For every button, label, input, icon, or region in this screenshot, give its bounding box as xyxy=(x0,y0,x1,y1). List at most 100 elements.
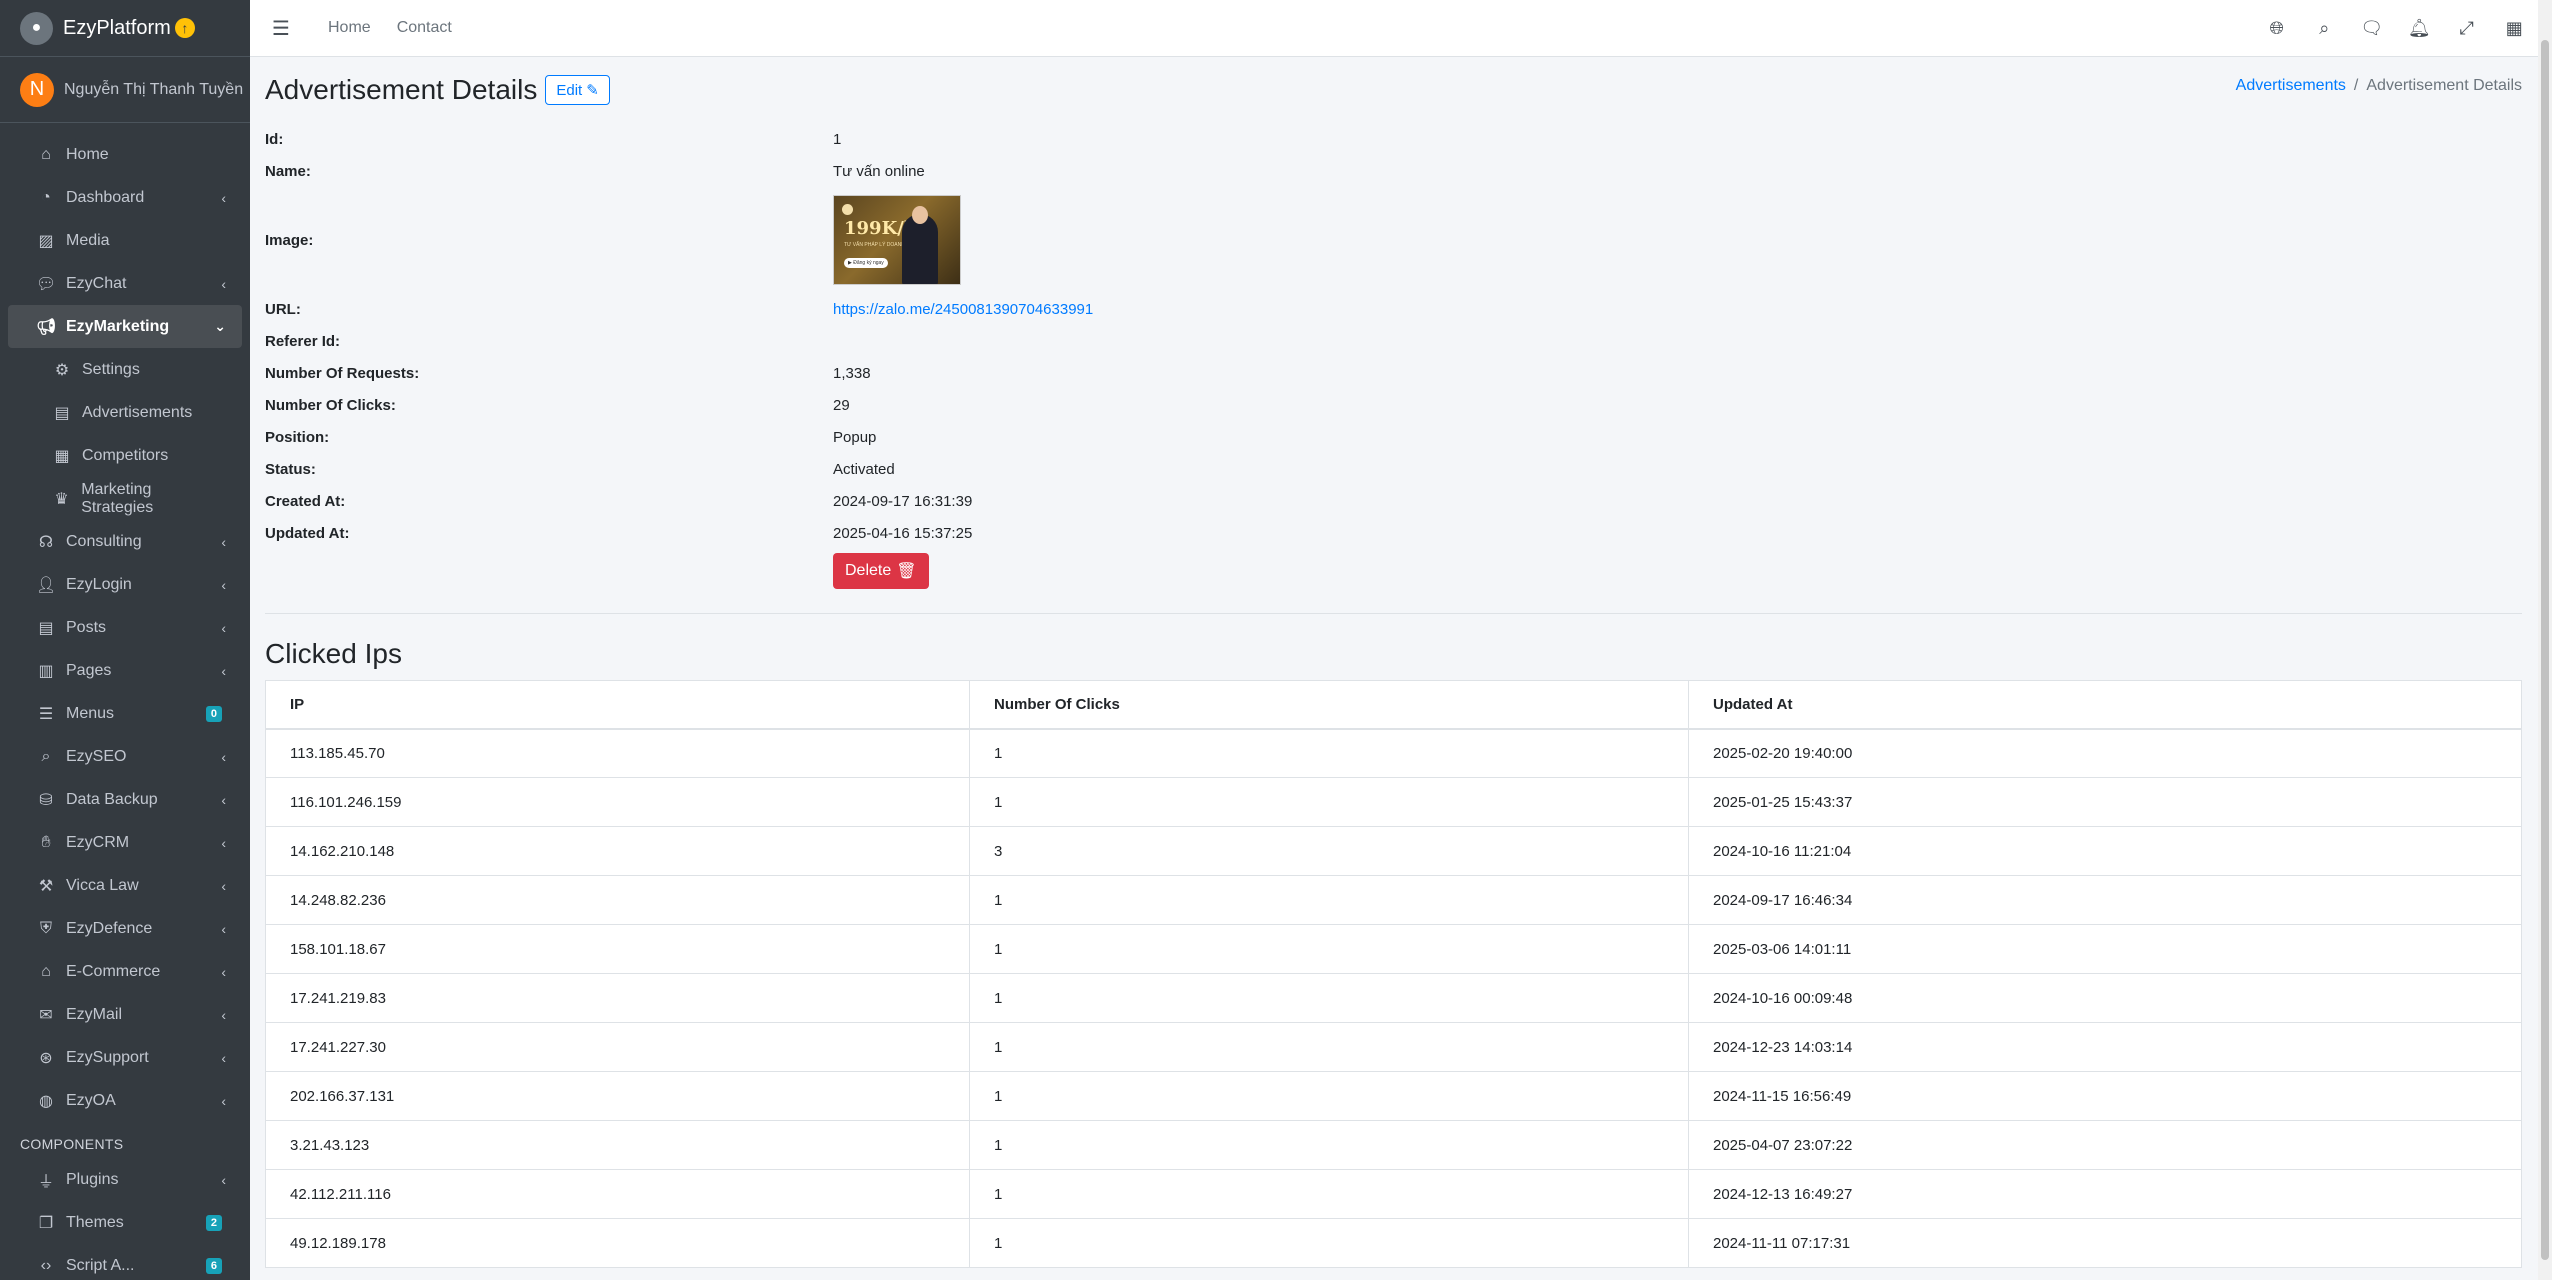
nav-contact-link[interactable]: Contact xyxy=(397,19,452,37)
sidebar-item-media[interactable]: ▨ Media xyxy=(8,219,242,262)
sidebar-item-ezysupport[interactable]: ⊛ EzySupport ‹ xyxy=(8,1036,242,1079)
updated-cell: 2025-02-20 19:40:00 xyxy=(1688,728,2522,778)
updated-cell: 2024-09-17 16:46:34 xyxy=(1688,875,2522,925)
detail-row-requests: Number Of Requests: 1,338 xyxy=(265,357,2522,389)
chevron-left-icon: ‹ xyxy=(221,662,226,679)
sidebar-item-plugins[interactable]: ⏚ Plugins ‹ xyxy=(8,1158,242,1201)
updated-cell: 2024-10-16 11:21:04 xyxy=(1688,826,2522,876)
nav-home-link[interactable]: Home xyxy=(328,19,371,37)
column-header-clicks[interactable]: Number Of Clicks xyxy=(969,680,1689,730)
detail-row-actions: Delete 🗑︎ xyxy=(265,549,2522,593)
brand-name: EzyPlatform xyxy=(63,16,171,39)
sidebar-item-menus[interactable]: ☰ Menus 0 xyxy=(8,692,242,735)
updated-cell: 2025-03-06 14:01:11 xyxy=(1688,924,2522,974)
sidebar-item-posts[interactable]: ▤ Posts ‹ xyxy=(8,606,242,649)
shield-icon: ⛨ xyxy=(39,919,52,937)
table-row: 116.101.246.159 1 2025-01-25 15:43:37 xyxy=(265,777,2522,827)
sidebar-item-label: Data Backup xyxy=(66,790,158,808)
platform-logo-icon: ● xyxy=(20,11,53,45)
updated-cell: 2025-04-07 23:07:22 xyxy=(1688,1120,2522,1170)
upgrade-icon[interactable]: ↑ xyxy=(174,18,195,38)
sidebar-item-label: EzyChat xyxy=(66,274,127,292)
sidebar-item-dashboard[interactable]: ◔ Dashboard ‹ xyxy=(8,176,242,219)
sidebar-item-label: EzySEO xyxy=(66,747,127,765)
column-header-updated[interactable]: Updated At xyxy=(1688,680,2522,730)
brand[interactable]: ● EzyPlatform ↑ xyxy=(0,0,250,57)
sidebar-item-ezylogin[interactable]: 👤︎ EzyLogin ‹ xyxy=(8,563,242,606)
apps-icon[interactable]: ▦ xyxy=(2491,18,2539,39)
globe-icon[interactable]: 🌐︎ xyxy=(2253,18,2301,39)
id-label: Id: xyxy=(265,130,284,148)
table-row: 158.101.18.67 1 2025-03-06 14:01:11 xyxy=(265,924,2522,974)
sidebar-item-label: EzyMarketing xyxy=(66,317,170,335)
column-header-ip[interactable]: IP xyxy=(265,680,970,730)
sidebar-item-script-a[interactable]: ‹› Script A... 6 xyxy=(8,1244,242,1280)
scrollbar-thumb[interactable] xyxy=(2541,40,2549,1260)
sidebar-item-ezymarketing[interactable]: 📢︎ EzyMarketing ⌄ xyxy=(8,305,242,348)
sidebar-item-ezydefence[interactable]: ⛨ EzyDefence ‹ xyxy=(8,907,242,950)
sidebar-item-label: Posts xyxy=(66,618,107,636)
chevron-left-icon: ‹ xyxy=(221,275,226,292)
table-row: 17.241.219.83 1 2024-10-16 00:09:48 xyxy=(265,973,2522,1023)
clicked-ips-table: IP Number Of Clicks Updated At 113.185.4… xyxy=(265,680,2522,1268)
handshake-icon: ✋︎ xyxy=(41,833,51,851)
envelope-icon: ✉ xyxy=(39,1006,53,1024)
sidebar-item-ezychat[interactable]: 💬︎ EzyChat ‹ xyxy=(8,262,242,305)
updated-cell: 2024-10-16 00:09:48 xyxy=(1688,973,2522,1023)
delete-label: Delete xyxy=(845,562,892,579)
sidebar-item-label: E-Commerce xyxy=(66,962,161,980)
detail-row-referer: Referer Id: xyxy=(265,325,2522,357)
sidebar-item-data-backup[interactable]: ⛁ Data Backup ‹ xyxy=(8,778,242,821)
chevron-left-icon: ‹ xyxy=(221,920,226,937)
created-value: 2024-09-17 16:31:39 xyxy=(833,492,973,510)
edit-button[interactable]: Edit ✎ xyxy=(545,75,610,105)
ip-cell: 3.21.43.123 xyxy=(265,1120,970,1170)
sidebar-item-vicca-law[interactable]: ⚒ Vicca Law ‹ xyxy=(8,864,242,907)
detail-row-created: Created At: 2024-09-17 16:31:39 xyxy=(265,485,2522,517)
table-row: 113.185.45.70 1 2025-02-20 19:40:00 xyxy=(265,728,2522,778)
sidebar-item-themes[interactable]: ❐ Themes 2 xyxy=(8,1201,242,1244)
sidebar-item-pages[interactable]: ▥ Pages ‹ xyxy=(8,649,242,692)
delete-button[interactable]: Delete 🗑︎ xyxy=(833,553,929,589)
table-row: 202.166.37.131 1 2024-11-15 16:56:49 xyxy=(265,1071,2522,1121)
sidebar-item-e-commerce[interactable]: ⌂ E-Commerce ‹ xyxy=(8,950,242,993)
ip-cell: 17.241.227.30 xyxy=(265,1022,970,1072)
chevron-left-icon: ‹ xyxy=(221,189,226,206)
gavel-icon: ⚒ xyxy=(38,877,54,895)
updated-cell: 2024-11-11 07:17:31 xyxy=(1688,1218,2522,1268)
sidebar-item-ezycrm[interactable]: ✋︎ EzyCRM ‹ xyxy=(8,821,242,864)
sidebar-item-ezymail[interactable]: ✉ EzyMail ‹ xyxy=(8,993,242,1036)
page-scrollbar[interactable] xyxy=(2538,0,2552,1280)
id-value: 1 xyxy=(833,130,842,148)
breadcrumb-advertisements-link[interactable]: Advertisements xyxy=(2236,77,2346,94)
sidebar-item-marketing-strategies[interactable]: ♛ Marketing Strategies xyxy=(8,477,242,520)
sidebar-item-settings[interactable]: ⚙ Settings xyxy=(8,348,242,391)
chess-icon: ♛ xyxy=(54,490,69,508)
breadcrumb: Advertisements / Advertisement Details xyxy=(2235,77,2522,94)
detail-row-image: Image: 199K/h TƯ VẤN PHÁP LÝ DOANH ▶ Đăn… xyxy=(265,187,2522,293)
url-label: URL: xyxy=(265,300,301,318)
topbar: ☰ Home Contact 🌐︎ ⌕ 🗨︎ 🔔︎ ⤢ ▦ xyxy=(250,0,2552,57)
comments-icon[interactable]: 🗨︎ xyxy=(2348,18,2396,39)
expand-icon[interactable]: ⤢ xyxy=(2443,18,2491,39)
sidebar-item-competitors[interactable]: ▦ Competitors xyxy=(8,434,242,477)
detail-row-clicks: Number Of Clicks: 29 xyxy=(265,389,2522,421)
bell-icon[interactable]: 🔔︎ xyxy=(2396,18,2444,39)
clicks-cell: 1 xyxy=(969,728,1689,778)
sidebar-item-home[interactable]: ⌂ Home xyxy=(8,133,242,176)
advertisement-image[interactable]: 199K/h TƯ VẤN PHÁP LÝ DOANH ▶ Đăng ký ng… xyxy=(833,195,961,285)
detail-row-position: Position: Popup xyxy=(265,421,2522,453)
user-panel[interactable]: N Nguyễn Thị Thanh Tuyền xyxy=(0,57,250,123)
chevron-left-icon: ‹ xyxy=(221,1092,226,1109)
ip-cell: 14.248.82.236 xyxy=(265,875,970,925)
sidebar-item-consulting[interactable]: ☊ Consulting ‹ xyxy=(8,520,242,563)
sidebar-item-ezyseo[interactable]: ⌕ EzySEO ‹ xyxy=(8,735,242,778)
menu-toggle-icon[interactable]: ☰ xyxy=(272,16,302,41)
url-link[interactable]: https://zalo.me/2450081390704633991 xyxy=(833,301,1093,318)
search-icon[interactable]: ⌕ xyxy=(2301,18,2349,39)
sidebar-item-advertisements[interactable]: ▤ Advertisements xyxy=(8,391,242,434)
sidebar-item-ezyoa[interactable]: ◍ EzyOA ‹ xyxy=(8,1079,242,1122)
advertisement-details: Id: 1 Name: Tư vấn online Image: 199K/h … xyxy=(265,123,2522,593)
sidebar-item-label: EzySupport xyxy=(66,1048,149,1066)
sidebar-item-label: Competitors xyxy=(82,446,169,464)
